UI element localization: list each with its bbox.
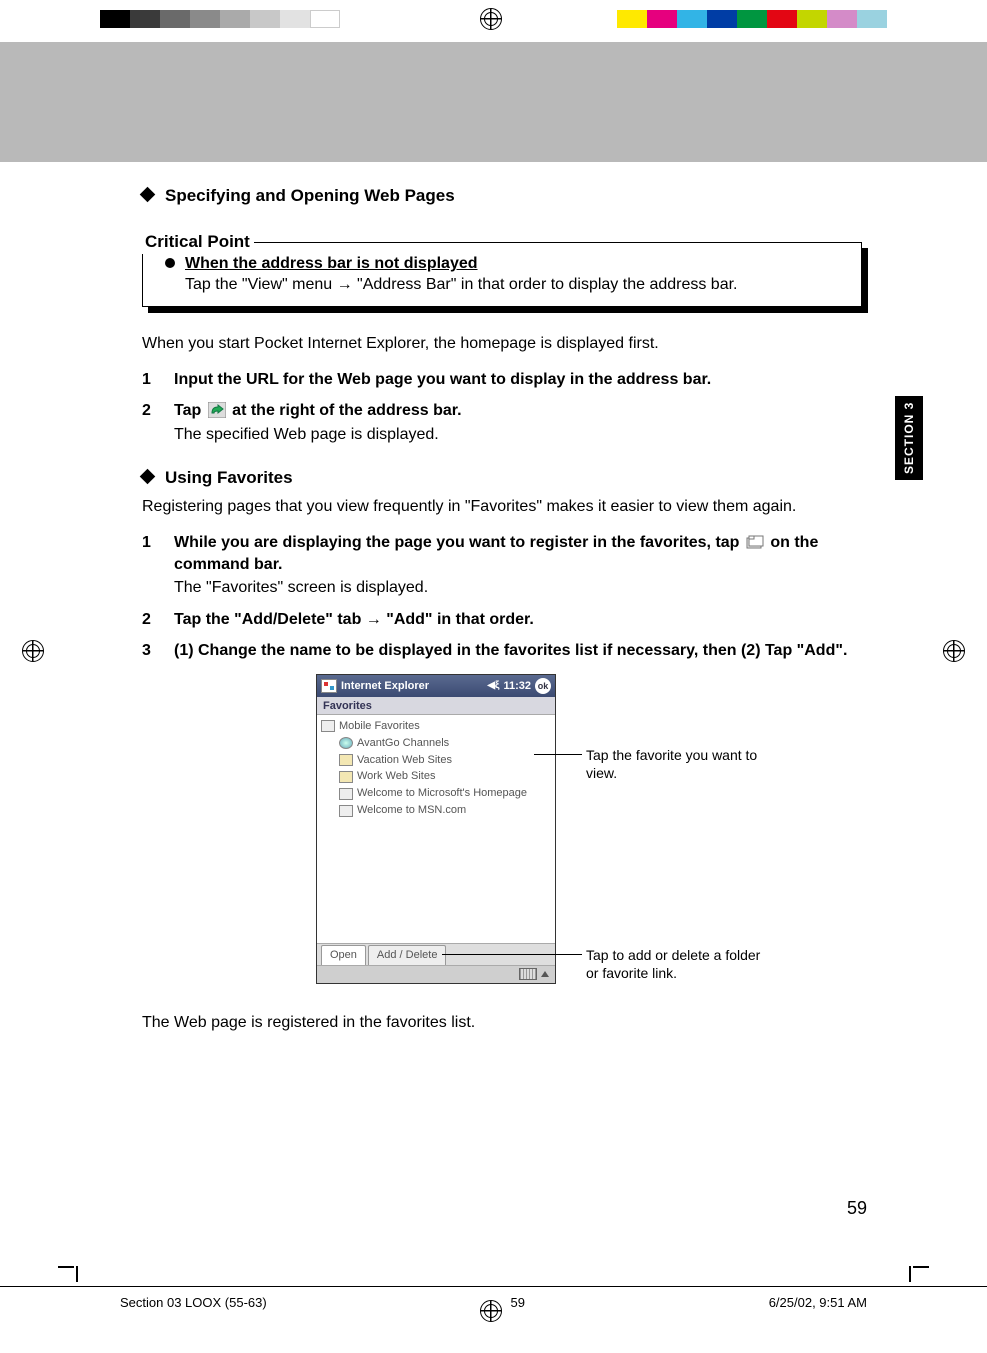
pda-time: 11:32 bbox=[503, 679, 531, 694]
critical-heading: When the address bar is not displayed bbox=[185, 253, 738, 275]
step-2: 2 Tap at the right of the address bar. T… bbox=[142, 400, 862, 445]
critical-body: Tap the "View" menu → "Address Bar" in t… bbox=[185, 274, 738, 296]
fav-step-1: 1 While you are displaying the page you … bbox=[142, 532, 862, 599]
critical-point-legend: Critical Point bbox=[141, 231, 254, 254]
up-arrow-icon[interactable] bbox=[541, 971, 549, 977]
list-item[interactable]: AvantGo Channels bbox=[321, 735, 551, 752]
step-1: 1 Input the URL for the Web page you wan… bbox=[142, 369, 862, 391]
fav-step-1-sub: The "Favorites" screen is displayed. bbox=[174, 577, 862, 599]
list-item[interactable]: Mobile Favorites bbox=[321, 718, 551, 735]
heading-specifying: Specifying and Opening Web Pages bbox=[142, 185, 862, 208]
footer-center: 59 bbox=[510, 1295, 524, 1310]
step-number: 2 bbox=[142, 400, 174, 445]
header-grey-band bbox=[0, 42, 987, 162]
go-arrow-icon bbox=[208, 402, 226, 418]
fav-step-2-text: Tap the "Add/Delete" tab → "Add" in that… bbox=[174, 609, 862, 631]
list-item[interactable]: Vacation Web Sites bbox=[321, 752, 551, 769]
list-item-label: AvantGo Channels bbox=[357, 736, 449, 751]
pda-favorites-list: Mobile Favorites AvantGo Channels Vacati… bbox=[317, 715, 555, 943]
registration-mark-icon bbox=[480, 8, 502, 30]
speaker-icon: ◀ξ bbox=[487, 679, 499, 693]
page-number: 59 bbox=[847, 1198, 867, 1219]
intro-paragraph: When you start Pocket Internet Explorer,… bbox=[142, 333, 862, 355]
pda-bottom-bar bbox=[317, 965, 555, 983]
keyboard-icon[interactable] bbox=[519, 968, 537, 980]
footer-left: Section 03 LOOX (55-63) bbox=[120, 1295, 267, 1310]
page-content: Specifying and Opening Web Pages Critica… bbox=[142, 185, 862, 1048]
list-item[interactable]: Welcome to Microsoft's Homepage bbox=[321, 785, 551, 802]
tab-add-delete[interactable]: Add / Delete bbox=[368, 945, 447, 965]
outro-paragraph: The Web page is registered in the favori… bbox=[142, 1012, 862, 1034]
diamond-bullet-icon bbox=[140, 469, 156, 485]
doc-icon bbox=[339, 788, 353, 800]
step-number: 3 bbox=[142, 640, 174, 662]
step-number: 1 bbox=[142, 369, 174, 391]
diamond-bullet-icon bbox=[140, 187, 156, 203]
section-tab: SECTION 3 bbox=[895, 396, 923, 480]
list-item-label: Vacation Web Sites bbox=[357, 753, 452, 768]
bullet-icon bbox=[165, 258, 175, 268]
step-2-text-b: at the right of the address bar. bbox=[232, 402, 461, 419]
pda-app-title: Internet Explorer bbox=[341, 679, 483, 694]
fav-step-1-text-a: While you are displaying the page you wa… bbox=[174, 534, 739, 551]
footer-right: 6/25/02, 9:51 AM bbox=[769, 1295, 867, 1310]
globe-icon bbox=[339, 737, 353, 749]
ok-button[interactable]: ok bbox=[535, 678, 551, 694]
step-number: 2 bbox=[142, 609, 174, 631]
callout-2: Tap to add or delete a folder or favorit… bbox=[586, 946, 766, 982]
callout-line bbox=[442, 954, 582, 955]
fav-step-2: 2 Tap the "Add/Delete" tab → "Add" in th… bbox=[142, 609, 862, 631]
pda-screenshot-area: Internet Explorer ◀ξ 11:32 ok Favorites … bbox=[142, 674, 862, 994]
registration-mark-icon bbox=[943, 640, 965, 662]
folder-icon bbox=[339, 771, 353, 783]
fav-step-3-text: (1) Change the name to be displayed in t… bbox=[174, 640, 862, 662]
list-item[interactable]: Welcome to MSN.com bbox=[321, 802, 551, 819]
print-color-bar-right bbox=[617, 10, 887, 28]
windows-flag-icon bbox=[321, 679, 337, 693]
list-item[interactable]: Work Web Sites bbox=[321, 768, 551, 785]
favorites-folder-icon bbox=[746, 534, 764, 550]
pda-screenshot: Internet Explorer ◀ξ 11:32 ok Favorites … bbox=[316, 674, 556, 984]
heading-favorites: Using Favorites bbox=[142, 467, 862, 490]
heading-text: Using Favorites bbox=[165, 468, 293, 487]
step-number: 1 bbox=[142, 532, 174, 599]
print-color-bar-left bbox=[100, 10, 340, 28]
critical-point-box: Critical Point When the address bar is n… bbox=[142, 242, 862, 307]
step-1-text: Input the URL for the Web page you want … bbox=[174, 369, 862, 391]
fav-step-3: 3 (1) Change the name to be displayed in… bbox=[142, 640, 862, 662]
step-2-sub: The specified Web page is displayed. bbox=[174, 424, 862, 446]
tab-open[interactable]: Open bbox=[321, 945, 366, 965]
pda-subtitle: Favorites bbox=[317, 697, 555, 715]
registration-mark-icon bbox=[22, 640, 44, 662]
callout-1: Tap the favorite you want to view. bbox=[586, 746, 766, 782]
heading-text: Specifying and Opening Web Pages bbox=[165, 186, 455, 205]
callout-line bbox=[534, 754, 582, 755]
favorites-intro: Registering pages that you view frequent… bbox=[142, 496, 862, 518]
doc-icon bbox=[321, 720, 335, 732]
list-item-label: Work Web Sites bbox=[357, 769, 435, 784]
folder-icon bbox=[339, 754, 353, 766]
list-item-label: Welcome to MSN.com bbox=[357, 803, 466, 818]
pda-titlebar: Internet Explorer ◀ξ 11:32 ok bbox=[317, 675, 555, 697]
list-item-label: Welcome to Microsoft's Homepage bbox=[357, 786, 527, 801]
footer: Section 03 LOOX (55-63) 59 6/25/02, 9:51… bbox=[0, 1286, 987, 1310]
doc-icon bbox=[339, 805, 353, 817]
list-item-label: Mobile Favorites bbox=[339, 719, 420, 734]
step-2-text-a: Tap bbox=[174, 402, 201, 419]
